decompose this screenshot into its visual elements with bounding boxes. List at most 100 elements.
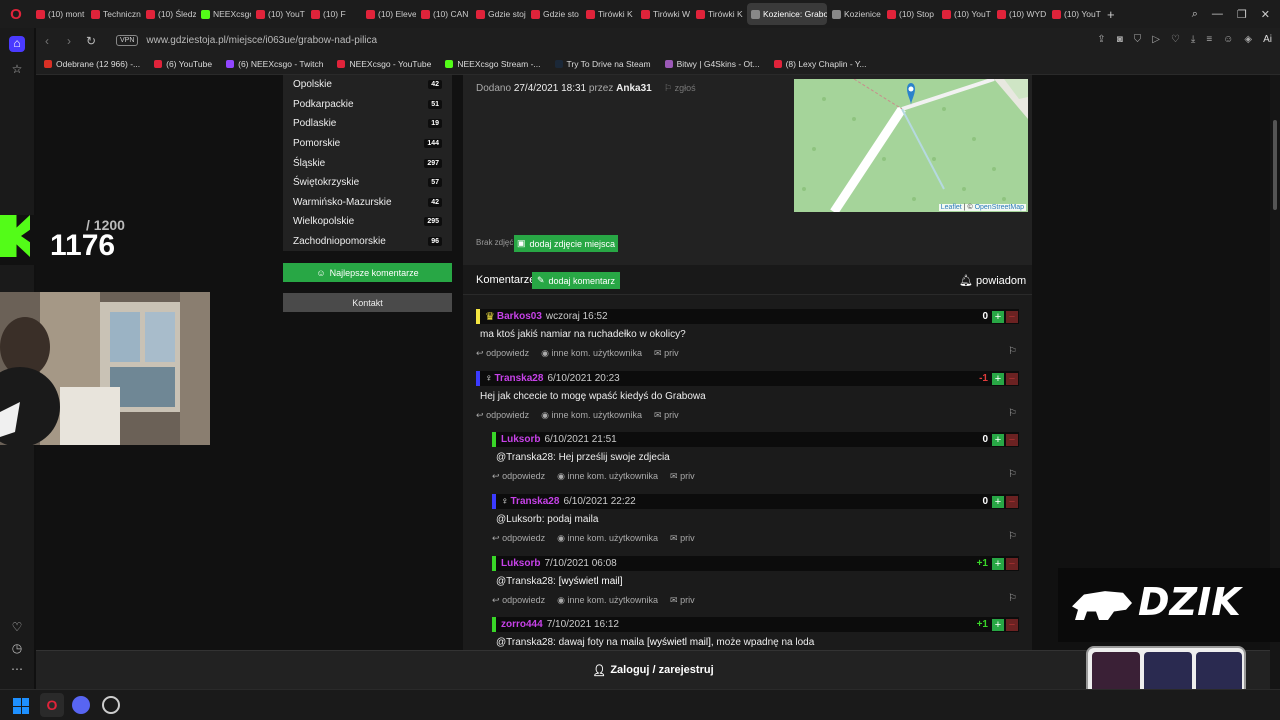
vote-up-button[interactable]: + [992, 557, 1004, 570]
region-item[interactable]: Śląskie 297 [283, 153, 452, 173]
vote-down-button[interactable]: − [1006, 557, 1018, 570]
browser-tab[interactable]: Techniczn [87, 3, 141, 25]
browser-tab[interactable]: (10) Stop [883, 3, 937, 25]
bookmark-item[interactable]: (6) YouTube [154, 59, 212, 69]
leaflet-link[interactable]: Leaflet [941, 204, 962, 211]
bookmark-item[interactable]: NEEXcsgo Stream -... [445, 59, 541, 69]
menu-icon[interactable]: ≡ [1206, 34, 1212, 45]
browser-tab[interactable]: (10) YouT [938, 3, 992, 25]
bookmark-item[interactable]: Bitwy | G4Skins - Ot... [664, 59, 760, 69]
region-item[interactable]: Podkarpackie 51 [283, 94, 452, 115]
profile-icon[interactable]: ☺ [1223, 34, 1233, 45]
region-item[interactable]: Świętokrzyskie 57 [283, 172, 452, 193]
vote-up-button[interactable]: + [992, 310, 1004, 323]
bookmark-item[interactable]: (6) NEEXcsgo - Twitch [226, 59, 323, 69]
browser-tab[interactable]: (10) Eleve [362, 3, 416, 25]
vote-down-button[interactable]: − [1006, 372, 1018, 385]
priv-link[interactable]: ✉ priv [670, 595, 695, 606]
report-comment-icon[interactable]: ⚐ [1008, 593, 1017, 604]
reload-icon[interactable]: ↻ [80, 34, 102, 48]
cube-icon[interactable]: ◈ [1244, 34, 1252, 45]
browser-tab[interactable]: (10) mont [32, 3, 86, 25]
comment-author[interactable]: Barkos03 [497, 311, 542, 322]
notify-button[interactable]: 🔔︎ powiadom [959, 274, 1026, 287]
browser-tab[interactable]: Gdzie stoj [472, 3, 526, 25]
report-comment-icon[interactable]: ⚐ [1008, 408, 1017, 419]
contact-button[interactable]: Kontakt [283, 293, 452, 313]
reply-link[interactable]: ↩ odpowiedz [492, 595, 545, 606]
back-icon[interactable]: ‹ [36, 34, 58, 48]
vote-down-button[interactable]: − [1006, 433, 1018, 446]
vote-up-button[interactable]: + [992, 618, 1004, 631]
report-comment-icon[interactable]: ⚐ [1008, 346, 1017, 357]
browser-tab[interactable]: NEEXcsgo [197, 3, 251, 25]
best-comments-button[interactable]: ☺ Najlepsze komentarze [283, 263, 452, 283]
vote-up-button[interactable]: + [992, 433, 1004, 446]
browser-tab[interactable]: (10) F [307, 3, 361, 25]
browser-tab[interactable]: (10) YouT [1048, 3, 1102, 25]
bookmark-item[interactable]: NEEXcsgo - YouTube [337, 59, 431, 69]
opera-taskbar-icon[interactable]: O [40, 693, 64, 717]
forward-icon[interactable]: › [58, 34, 80, 48]
share-icon[interactable]: ⇪ [1097, 34, 1105, 45]
priv-link[interactable]: ✉ priv [670, 533, 695, 544]
comment-author[interactable]: Luksorb [501, 434, 540, 445]
reply-link[interactable]: ↩ odpowiedz [476, 410, 529, 421]
browser-tab[interactable]: (10) CAN [417, 3, 471, 25]
report-comment-icon[interactable]: ⚐ [1008, 531, 1017, 542]
add-photo-button[interactable]: ▣ dodaj zdjęcie miejsca [514, 235, 618, 252]
bookmark-item[interactable]: Odebrane (12 966) -... [44, 59, 140, 69]
play-icon[interactable]: ▷ [1152, 34, 1160, 45]
show-mail-link[interactable]: [wyświetl mail] [647, 637, 711, 648]
report-link[interactable]: ⚐ zgłoś [664, 83, 696, 94]
browser-tab[interactable]: Tirówki W [637, 3, 691, 25]
restore-icon[interactable]: ❐ [1237, 8, 1247, 21]
browser-tab[interactable]: (10) YouT [252, 3, 306, 25]
show-mail-link[interactable]: [wyświetl mail] [559, 576, 623, 587]
reply-link[interactable]: ↩ odpowiedz [492, 471, 545, 482]
reply-link[interactable]: ↩ odpowiedz [492, 533, 545, 544]
discord-taskbar-icon[interactable] [72, 696, 90, 714]
browser-tab[interactable]: (10) Śledz [142, 3, 196, 25]
location-map[interactable]: Leaflet | © OpenStreetMap [794, 79, 1028, 212]
bookmark-item[interactable]: (8) Lexy Chaplin - Y... [773, 59, 867, 69]
comment-author[interactable]: Transka28 [511, 496, 560, 507]
priv-link[interactable]: ✉ priv [654, 348, 679, 359]
vote-up-button[interactable]: + [992, 372, 1004, 385]
place-author[interactable]: Anka31 [616, 83, 652, 94]
url-field[interactable]: www.gdziestoja.pl/miejsce/i063ue/grabow-… [146, 35, 377, 46]
region-item[interactable]: Podlaskie 19 [283, 114, 452, 134]
add-comment-button[interactable]: ✎ dodaj komentarz [532, 272, 620, 289]
other-comments-link[interactable]: ◉ inne kom. użytkownika [557, 471, 658, 482]
download-icon[interactable]: ⤓ [1191, 34, 1195, 45]
comment-author[interactable]: Transka28 [495, 373, 544, 384]
browser-tab[interactable]: Tirówki K [582, 3, 636, 25]
shield-icon[interactable]: ⛉ [1134, 34, 1142, 45]
other-comments-link[interactable]: ◉ inne kom. użytkownika [557, 595, 658, 606]
bookmark-item[interactable]: Try To Drive na Steam [554, 59, 651, 69]
new-tab-button[interactable]: + [1103, 3, 1157, 25]
vpn-badge[interactable]: VPN [116, 35, 139, 46]
heart-icon[interactable]: ♡ [9, 620, 25, 636]
other-comments-link[interactable]: ◉ inne kom. użytkownika [557, 533, 658, 544]
app-taskbar-icon[interactable] [102, 696, 120, 714]
other-comments-link[interactable]: ◉ inne kom. użytkownika [541, 410, 642, 421]
browser-tab[interactable]: Gdzie sto [527, 3, 581, 25]
comment-author[interactable]: Luksorb [501, 558, 540, 569]
star-icon[interactable]: ☆ [9, 62, 25, 78]
other-comments-link[interactable]: ◉ inne kom. użytkownika [541, 348, 642, 359]
minimize-icon[interactable]: — [1212, 8, 1223, 20]
region-item[interactable]: Wielkopolskie 295 [283, 212, 452, 232]
close-window-icon[interactable]: ✕ [1261, 8, 1270, 21]
search-tabs-icon[interactable]: ⌕ [1192, 8, 1198, 21]
region-item[interactable]: Zachodniopomorskie 96 [283, 231, 452, 252]
history-icon[interactable]: ◷ [9, 641, 25, 657]
vote-down-button[interactable]: − [1006, 495, 1018, 508]
report-comment-icon[interactable]: ⚐ [1008, 469, 1017, 480]
priv-link[interactable]: ✉ priv [654, 410, 679, 421]
vote-down-button[interactable]: − [1006, 618, 1018, 631]
login-bar[interactable]: 👤︎ Zaloguj / zarejestruj [36, 650, 1270, 689]
scrollbar-thumb[interactable] [1273, 120, 1277, 210]
opera-logo-icon[interactable]: O [0, 0, 32, 28]
osm-link[interactable]: OpenStreetMap [975, 204, 1024, 211]
